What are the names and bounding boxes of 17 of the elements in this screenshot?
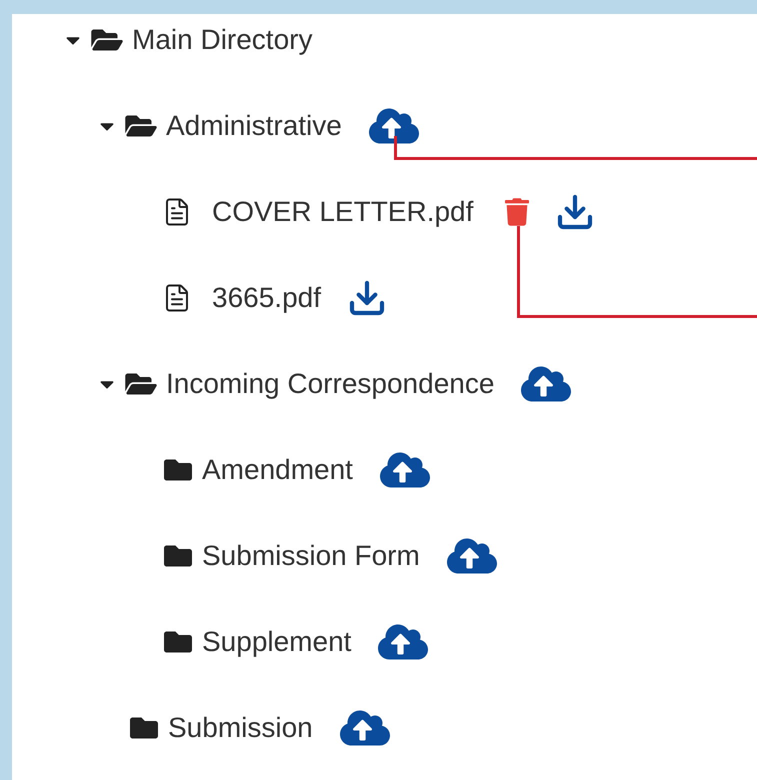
folder-name[interactable]: Supplement xyxy=(202,621,352,663)
cloud-upload-icon[interactable] xyxy=(338,708,391,748)
download-icon[interactable] xyxy=(347,278,387,318)
trash-icon[interactable] xyxy=(505,198,530,226)
file-name[interactable]: COVER LETTER.pdf xyxy=(212,191,474,233)
file-name[interactable]: 3665.pdf xyxy=(212,277,321,319)
folder-name[interactable]: Submission xyxy=(168,707,313,749)
folder-name[interactable]: Incoming Correspondence xyxy=(166,363,494,405)
cloud-upload-icon[interactable] xyxy=(378,450,431,490)
cloud-upload-icon[interactable] xyxy=(368,106,420,146)
folder-name[interactable]: Amendment xyxy=(202,449,353,491)
folder-name[interactable]: Administrative xyxy=(166,105,342,147)
cloud-upload-icon[interactable] xyxy=(446,536,498,576)
cloud-upload-icon[interactable] xyxy=(520,364,572,404)
folder-name[interactable]: Submission Form xyxy=(202,535,420,577)
folder-name[interactable]: Main Directory xyxy=(132,19,312,61)
cloud-upload-icon[interactable] xyxy=(377,622,430,662)
